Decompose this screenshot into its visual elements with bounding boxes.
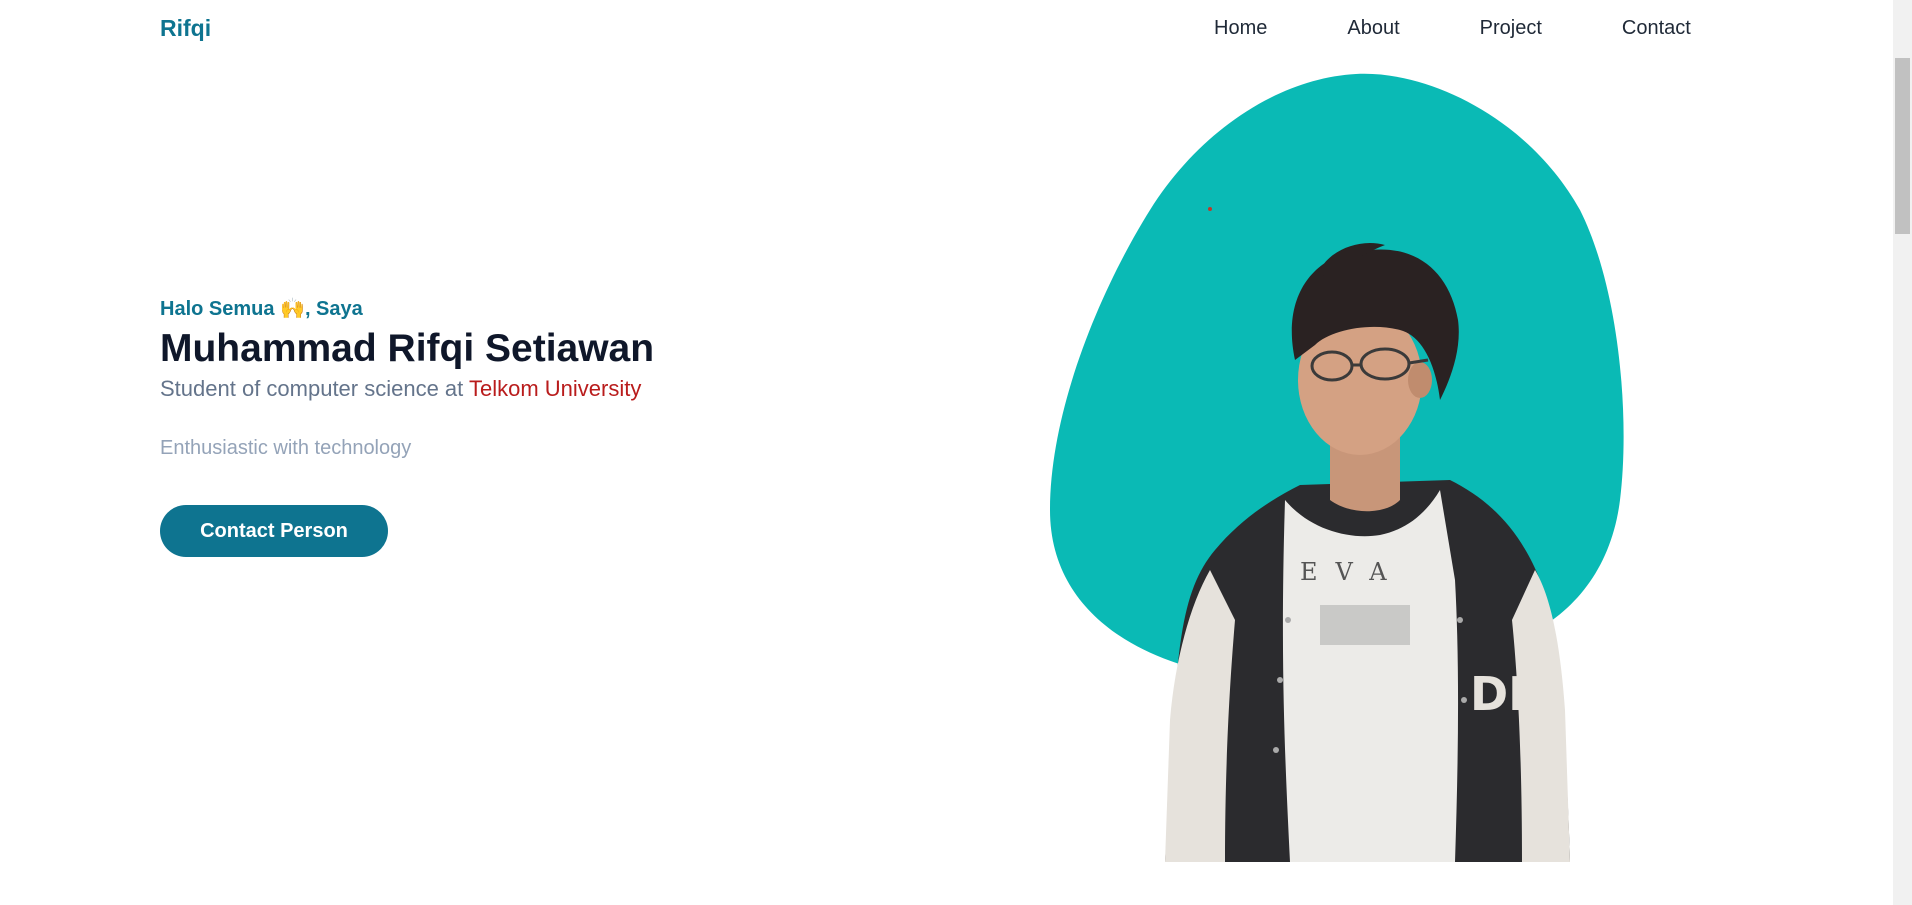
hero-tagline: Enthusiastic with technology <box>160 437 412 459</box>
university-name: Telkom University <box>469 376 642 401</box>
nav-contact[interactable]: Contact <box>1622 16 1691 40</box>
brand-logo[interactable]: Rifqi <box>160 15 211 42</box>
hero-greeting: Halo Semua 🙌, Saya <box>160 298 363 320</box>
red-dot <box>1208 207 1212 211</box>
site-header: Rifqi Home About Project Contact <box>0 0 1893 58</box>
vertical-scrollbar[interactable] <box>1893 0 1912 905</box>
svg-text:EVA: EVA <box>1300 558 1405 586</box>
page: Rifqi Home About Project Contact Halo Se… <box>0 0 1912 905</box>
hero-visual: EVA DB <box>1030 60 1670 862</box>
main-nav: Home About Project Contact <box>1214 16 1691 40</box>
contact-person-button[interactable]: Contact Person <box>160 505 388 557</box>
nav-project[interactable]: Project <box>1480 16 1542 40</box>
subtitle-prefix: Student of computer science at <box>160 376 469 401</box>
scrollbar-thumb[interactable] <box>1895 58 1910 234</box>
nav-about[interactable]: About <box>1347 16 1399 40</box>
hero-illustration: EVA DB <box>1050 73 1624 862</box>
hero-name: Muhammad Rifqi Setiawan <box>160 327 655 370</box>
svg-text:DB: DB <box>1470 667 1543 721</box>
nav-home[interactable]: Home <box>1214 16 1267 40</box>
hero-subtitle: Student of computer science at Telkom Un… <box>160 376 641 402</box>
